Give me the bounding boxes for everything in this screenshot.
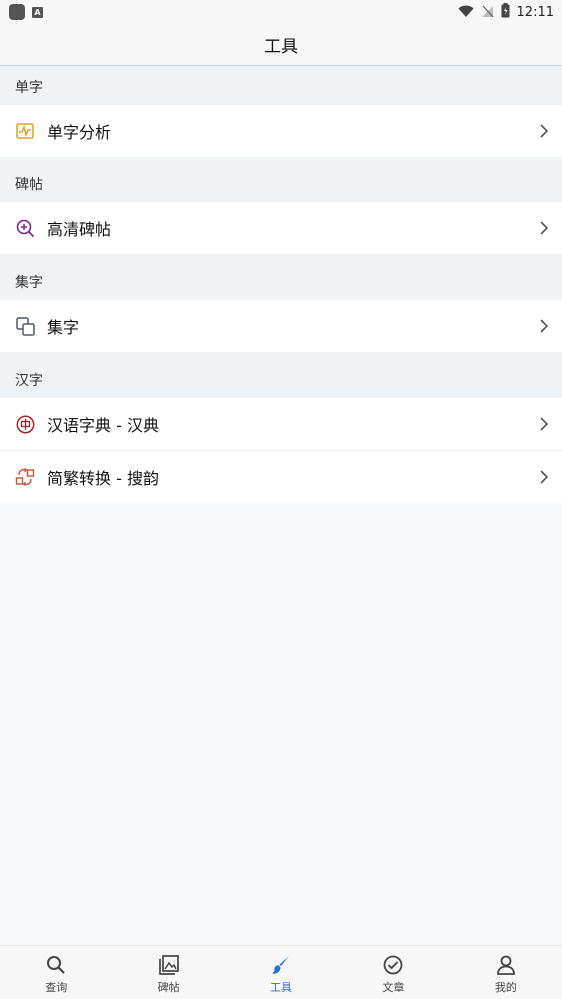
list-item-label: 简繁转换 - 搜韵	[47, 468, 159, 488]
chevron-right-icon	[540, 417, 549, 431]
app-bar: 工具	[0, 24, 562, 66]
brush-icon	[270, 954, 292, 976]
chevron-right-icon	[540, 319, 549, 333]
section-title: 汉字	[15, 373, 43, 389]
list-item-label: 单字分析	[47, 123, 112, 142]
search-icon	[45, 954, 67, 976]
section-header-hanzi: 汉字	[0, 352, 562, 398]
list-item-hd-rubbings[interactable]: 高清碑帖	[0, 202, 562, 254]
chevron-right-icon	[540, 221, 549, 235]
page-title: 工具	[264, 37, 298, 57]
nav-label: 文章	[382, 981, 405, 994]
nav-tab-tools[interactable]: 工具	[225, 946, 337, 999]
nav-tab-me[interactable]: 我的	[450, 946, 562, 999]
list-item-collect-chars[interactable]: 集字	[0, 300, 562, 352]
no-signal-icon	[481, 3, 494, 22]
battery-icon	[501, 3, 510, 22]
bottom-navigation: 查询 碑帖 工具 文章 我的	[0, 945, 562, 999]
list-item-label: 高清碑帖	[47, 220, 112, 239]
wifi-icon	[458, 3, 474, 22]
check-circle-icon	[382, 954, 404, 976]
nav-label: 碑帖	[157, 981, 180, 994]
zoom-in-icon	[15, 218, 35, 238]
convert-icon	[15, 467, 35, 487]
chevron-right-icon	[540, 470, 549, 484]
list-item-sou-yun-convert[interactable]: 简繁转换 - 搜韵	[0, 450, 562, 502]
nav-label: 我的	[494, 981, 517, 994]
nav-label: 查询	[45, 981, 68, 994]
user-icon	[495, 954, 517, 976]
list-item-single-char-analysis[interactable]: 单字分析	[0, 105, 562, 157]
status-bar: A 12:11	[0, 0, 562, 24]
chevron-right-icon	[540, 124, 549, 138]
chart-icon	[15, 121, 35, 141]
section-header-rubbings: 碑帖	[0, 157, 562, 202]
status-time: 12:11	[516, 5, 554, 20]
section-title: 集字	[15, 275, 43, 291]
list-item-label: 集字	[47, 318, 80, 337]
section-title: 碑帖	[15, 177, 43, 193]
keyboard-notification-icon: A	[32, 6, 43, 18]
section-header-single-char: 单字	[0, 66, 562, 105]
nav-label: 工具	[270, 981, 293, 994]
nav-tab-rubbings[interactable]: 碑帖	[112, 946, 224, 999]
section-header-collect: 集字	[0, 254, 562, 300]
zhong-seal-icon	[15, 414, 35, 434]
gallery-icon	[158, 954, 180, 976]
app-notification-icon	[9, 4, 25, 20]
nav-tab-search[interactable]: 查询	[0, 946, 112, 999]
tool-list: 单字 单字分析 碑帖 高清碑帖 集字 集字 汉字 汉语字典 - 汉典 简繁转换 …	[0, 66, 562, 502]
list-item-label: 汉语字典 - 汉典	[47, 416, 159, 435]
list-item-zdic[interactable]: 汉语字典 - 汉典	[0, 398, 562, 450]
copy-icon	[15, 316, 35, 336]
nav-tab-articles[interactable]: 文章	[337, 946, 449, 999]
section-title: 单字	[15, 80, 43, 96]
